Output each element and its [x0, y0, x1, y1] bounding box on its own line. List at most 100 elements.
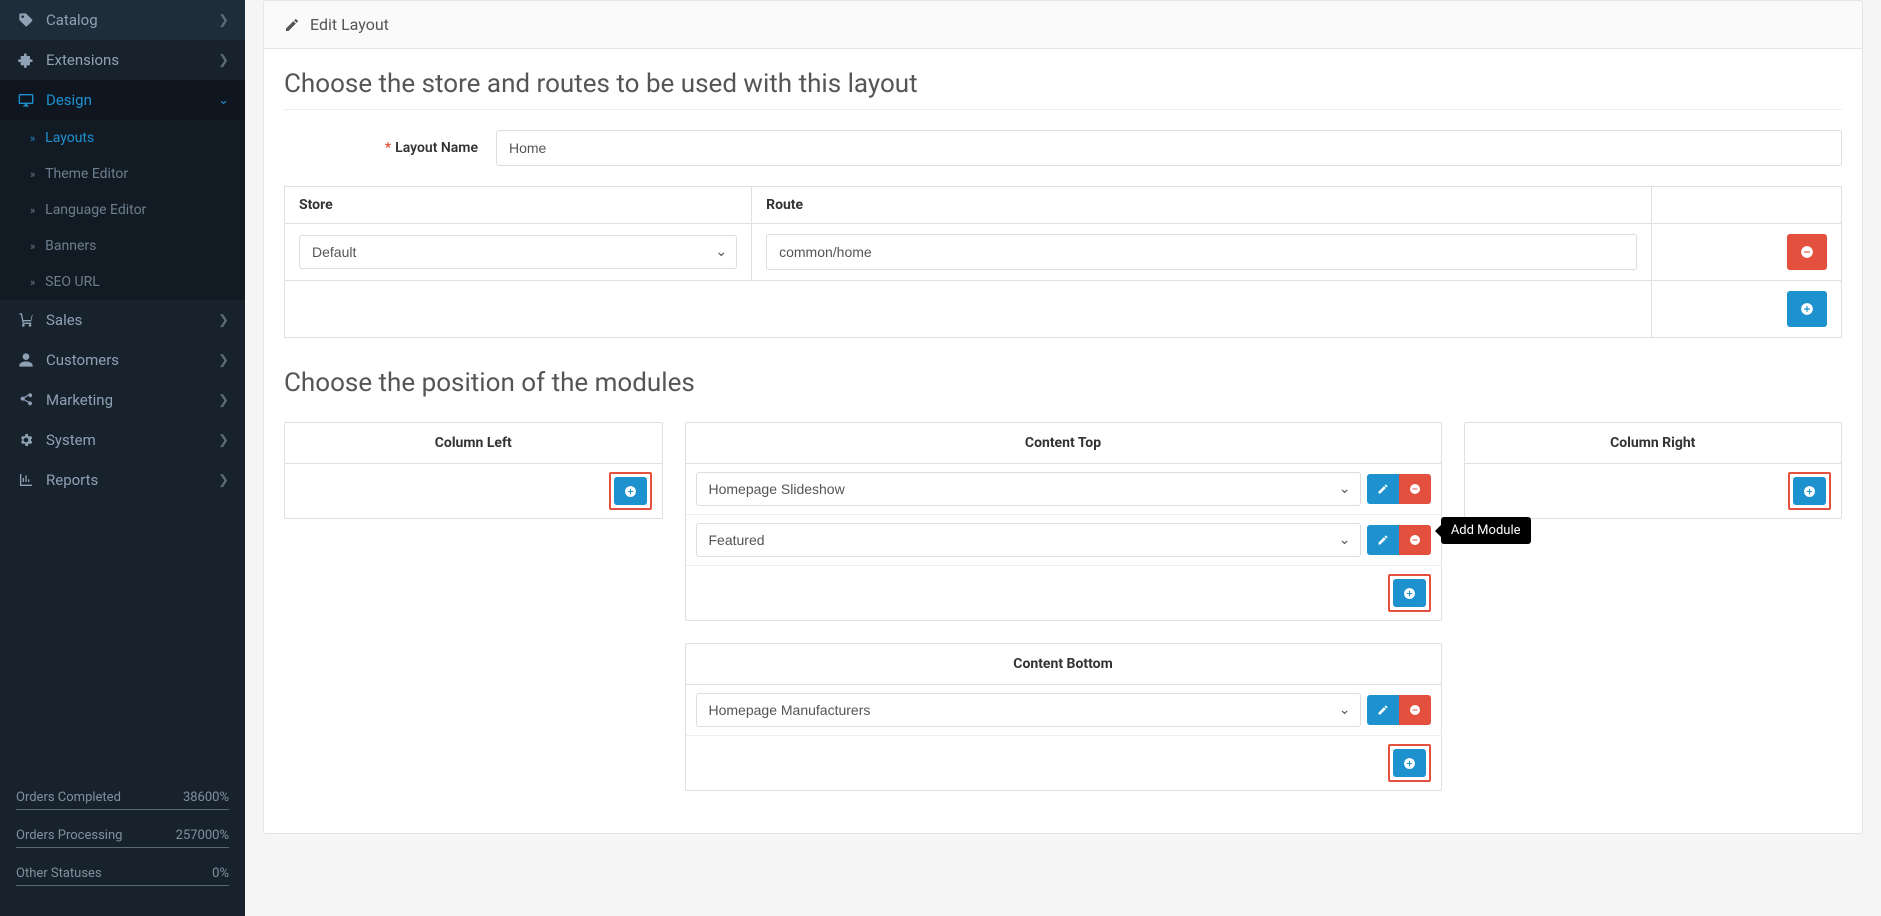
nav-label: Customers: [46, 351, 119, 369]
edit-module-button[interactable]: [1367, 695, 1399, 725]
chevron-down-icon: ⌄: [218, 93, 229, 108]
nav-marketing[interactable]: Marketing ❯: [0, 380, 245, 420]
remove-module-button[interactable]: [1399, 695, 1431, 725]
tooltip-add-module: Add Module: [1441, 517, 1531, 544]
cart-icon: [16, 312, 36, 328]
chevron-right-icon: ❯: [218, 313, 229, 328]
required-marker: *: [385, 140, 391, 156]
th-store: Store: [285, 187, 752, 224]
minus-circle-icon: [1800, 245, 1814, 259]
tag-icon: [16, 12, 36, 28]
stat-label: Orders Processing: [16, 828, 122, 843]
content-bottom-title: Content Bottom: [686, 644, 1441, 685]
module-row: ⌄ Add Module: [686, 515, 1441, 566]
remove-module-button[interactable]: [1399, 474, 1431, 504]
edit-module-button[interactable]: [1367, 525, 1399, 555]
column-right-col: Column Right: [1464, 422, 1843, 813]
share-icon: [16, 392, 36, 408]
store-select-wrap: ⌄: [299, 235, 737, 269]
minus-circle-icon: [1409, 534, 1421, 546]
module-select[interactable]: [696, 523, 1361, 557]
minus-circle-icon: [1409, 704, 1421, 716]
chevron-right-icon: ❯: [218, 53, 229, 68]
chart-icon: [16, 472, 36, 488]
double-chevron-icon: »: [30, 276, 35, 289]
panel-title: Edit Layout: [310, 15, 389, 34]
stat-orders-processing: Orders Processing 257000%: [16, 820, 229, 847]
section-title-modules: Choose the position of the modules: [284, 368, 1842, 408]
add-module-content-bottom-button[interactable]: [1393, 749, 1426, 777]
module-select[interactable]: [696, 693, 1361, 727]
subnav-design: » Layouts » Theme Editor » Language Edit…: [0, 120, 245, 300]
highlight-marker: [1388, 744, 1431, 782]
double-chevron-icon: »: [30, 168, 35, 181]
subnav-seo-url[interactable]: » SEO URL: [0, 264, 245, 300]
add-route-button[interactable]: [1787, 291, 1827, 327]
plugin-icon: [16, 52, 36, 68]
remove-route-button[interactable]: [1787, 234, 1827, 270]
plus-circle-icon: [624, 485, 637, 498]
highlight-marker: [1388, 574, 1431, 612]
pencil-icon: [1377, 534, 1389, 546]
nav-main: Catalog ❯ Extensions ❯ Design ⌄ » Layout…: [0, 0, 245, 500]
highlight-marker: [609, 472, 652, 510]
nav-sales[interactable]: Sales ❯: [0, 300, 245, 340]
subnav-label: SEO URL: [45, 274, 100, 290]
add-module-column-left-button[interactable]: [614, 477, 647, 505]
stat-bar: [16, 809, 229, 810]
content-top-box: Content Top ⌄: [685, 422, 1442, 621]
module-select[interactable]: [696, 472, 1361, 506]
nav-system[interactable]: System ❯: [0, 420, 245, 460]
nav-customers[interactable]: Customers ❯: [0, 340, 245, 380]
subnav-label: Layouts: [45, 130, 94, 146]
routes-table: Store Route ⌄: [284, 186, 1842, 338]
content-bottom-box: Content Bottom ⌄: [685, 643, 1442, 791]
content-top-title: Content Top: [686, 423, 1441, 464]
chevron-right-icon: ❯: [218, 13, 229, 28]
layout-name-input[interactable]: [496, 130, 1842, 166]
add-route-row: [285, 281, 1842, 338]
remove-module-button[interactable]: [1399, 525, 1431, 555]
stat-bar: [16, 885, 229, 886]
nav-label: Catalog: [46, 11, 98, 29]
module-position-grid: Column Left Content Top: [284, 422, 1842, 813]
nav-design[interactable]: Design ⌄: [0, 80, 245, 120]
monitor-icon: [16, 92, 36, 108]
double-chevron-icon: »: [30, 240, 35, 253]
store-select[interactable]: [299, 235, 737, 269]
subnav-label: Banners: [45, 238, 96, 254]
subnav-theme-editor[interactable]: » Theme Editor: [0, 156, 245, 192]
chevron-right-icon: ❯: [218, 393, 229, 408]
edit-module-button[interactable]: [1367, 474, 1399, 504]
main-content: Edit Layout Choose the store and routes …: [245, 0, 1881, 916]
column-left-title: Column Left: [285, 423, 662, 464]
subnav-banners[interactable]: » Banners: [0, 228, 245, 264]
subnav-layouts[interactable]: » Layouts: [0, 120, 245, 156]
add-module-content-top-button[interactable]: [1393, 579, 1426, 607]
nav-extensions[interactable]: Extensions ❯: [0, 40, 245, 80]
stat-label: Other Statuses: [16, 866, 102, 881]
layout-name-label: *Layout Name: [284, 140, 496, 156]
stat-bar: [16, 847, 229, 848]
nav-catalog[interactable]: Catalog ❯: [0, 0, 245, 40]
layout-name-row: *Layout Name: [284, 130, 1842, 166]
pencil-icon: [1377, 704, 1389, 716]
highlight-marker: [1788, 472, 1831, 510]
pencil-icon: [1377, 483, 1389, 495]
th-actions: [1652, 187, 1842, 224]
content-center-col: Content Top ⌄: [685, 422, 1442, 813]
gear-icon: [16, 432, 36, 448]
nav-reports[interactable]: Reports ❯: [0, 460, 245, 500]
double-chevron-icon: »: [30, 132, 35, 145]
module-row: ⌄: [686, 685, 1441, 736]
route-input[interactable]: [766, 234, 1637, 270]
plus-circle-icon: [1403, 757, 1416, 770]
stat-value: 257000%: [176, 828, 229, 843]
subnav-language-editor[interactable]: » Language Editor: [0, 192, 245, 228]
route-row: ⌄: [285, 224, 1842, 281]
nav-label: System: [46, 431, 96, 449]
user-icon: [16, 352, 36, 368]
plus-circle-icon: [1803, 485, 1816, 498]
subnav-label: Language Editor: [45, 202, 146, 218]
add-module-column-right-button[interactable]: [1793, 477, 1826, 505]
